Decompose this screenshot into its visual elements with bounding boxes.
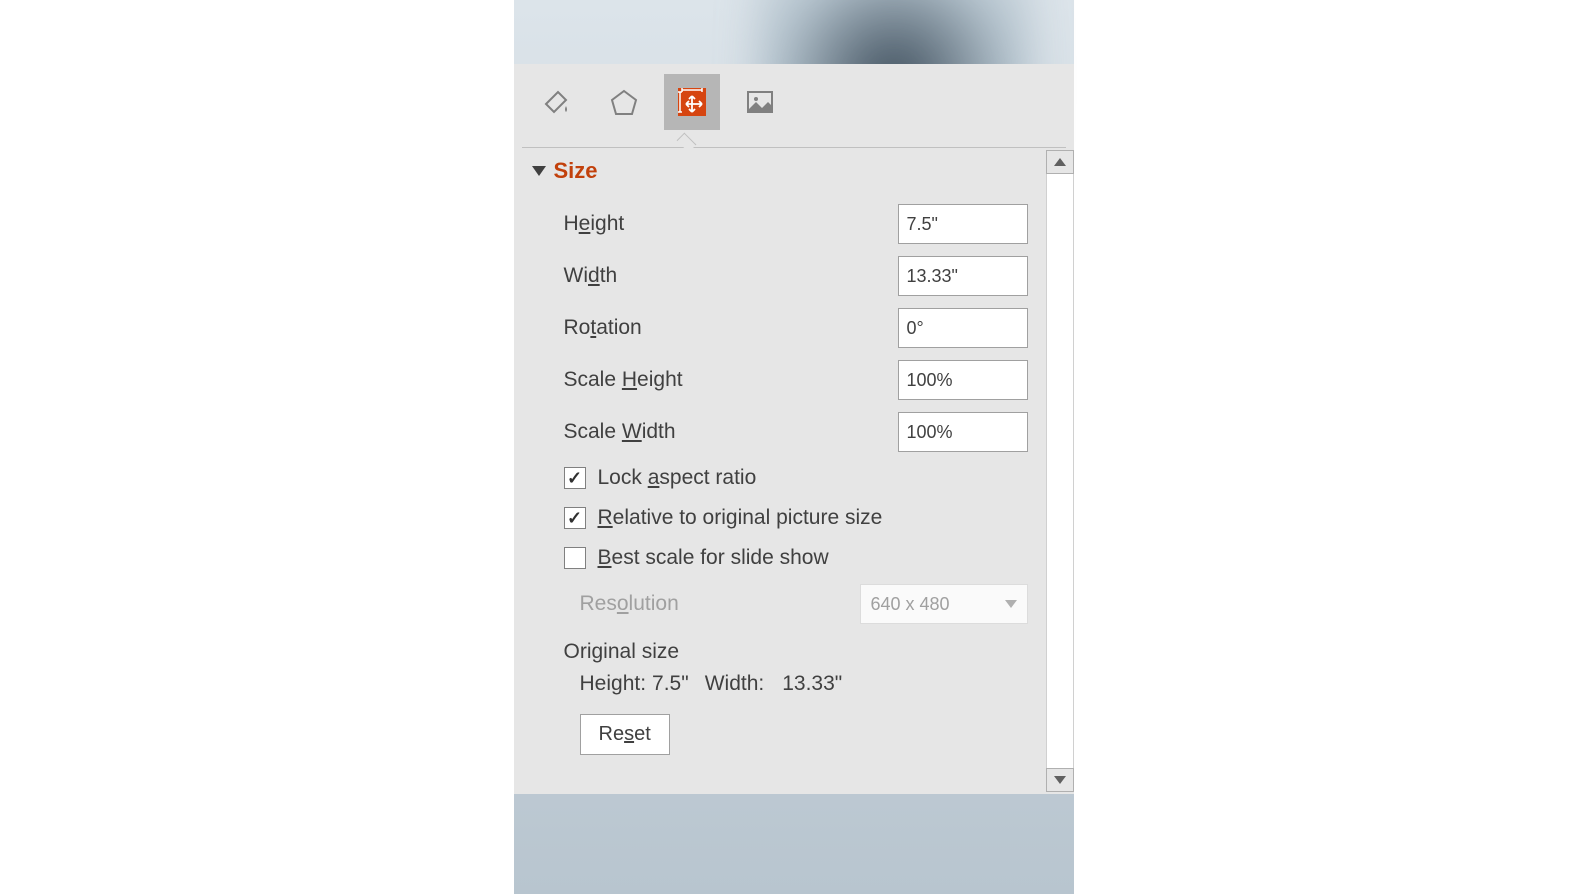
- best-scale-row: Best scale for slide show: [532, 538, 1028, 578]
- rotation-label: Rotation: [564, 316, 642, 340]
- orig-h-value: 7.5": [652, 672, 689, 696]
- width-label: Width: [564, 264, 618, 288]
- orig-w-value: 13.33": [782, 672, 842, 696]
- lock-aspect-label[interactable]: Lock aspect ratio: [598, 466, 757, 490]
- height-spinner[interactable]: ˄ ˅: [898, 204, 1028, 244]
- chevron-down-icon: [1005, 600, 1017, 608]
- tab-picture[interactable]: [732, 74, 788, 130]
- collapse-caret-icon: [532, 166, 546, 176]
- picture-icon: [744, 86, 776, 118]
- original-size-values: Height: 7.5" Width: 13.33": [532, 668, 1028, 706]
- size-section-header[interactable]: Size: [532, 158, 1028, 184]
- resolution-dropdown: 640 x 480: [860, 584, 1028, 624]
- tab-pointer: [522, 138, 1066, 148]
- orig-w-label: Width:: [705, 672, 765, 696]
- width-input[interactable]: [899, 257, 1046, 295]
- resolution-label: Resolution: [580, 592, 679, 616]
- scale-height-input[interactable]: [899, 361, 1046, 399]
- best-scale-label[interactable]: Best scale for slide show: [598, 546, 829, 570]
- tab-size[interactable]: [664, 74, 720, 130]
- scale-width-label: Scale Width: [564, 420, 676, 444]
- rotation-spinner[interactable]: ˄ ˅: [898, 308, 1028, 348]
- scrollbar[interactable]: [1046, 148, 1074, 794]
- relative-checkbox[interactable]: [564, 507, 586, 529]
- scroll-thumb[interactable]: [1047, 174, 1073, 685]
- paint-bucket-icon: [540, 86, 572, 118]
- width-row: Width ˄ ˅: [532, 250, 1028, 302]
- relative-row: Relative to original picture size: [532, 498, 1028, 538]
- height-input[interactable]: [899, 205, 1046, 243]
- lock-aspect-row: Lock aspect ratio: [532, 458, 1028, 498]
- content-area: Size Height ˄ ˅ Width: [514, 148, 1074, 794]
- scale-height-row: Scale Height ˄ ˅: [532, 354, 1028, 406]
- scale-width-spinner[interactable]: ˄ ˅: [898, 412, 1028, 452]
- original-size-header: Original size: [532, 630, 1028, 668]
- rotation-row: Rotation ˄ ˅: [532, 302, 1028, 354]
- background-strip: Size Height ˄ ˅ Width: [514, 0, 1074, 894]
- width-spinner[interactable]: ˄ ˅: [898, 256, 1028, 296]
- orig-h-label: Height:: [580, 672, 647, 696]
- pentagon-icon: [608, 86, 640, 118]
- arrow-up-icon: [1054, 158, 1066, 166]
- tab-row: [514, 64, 1074, 130]
- reset-button[interactable]: Reset: [580, 714, 670, 755]
- scale-height-spinner[interactable]: ˄ ˅: [898, 360, 1028, 400]
- scale-width-input[interactable]: [899, 413, 1046, 451]
- size-arrows-icon: [674, 84, 710, 120]
- scale-width-row: Scale Width ˄ ˅: [532, 406, 1028, 458]
- section-title: Size: [554, 158, 598, 184]
- scale-height-label: Scale Height: [564, 368, 683, 392]
- tab-effects[interactable]: [596, 74, 652, 130]
- scroll-content: Size Height ˄ ˅ Width: [514, 148, 1046, 794]
- height-label: Height: [564, 212, 625, 236]
- scroll-track[interactable]: [1046, 174, 1074, 768]
- best-scale-checkbox[interactable]: [564, 547, 586, 569]
- scroll-down-button[interactable]: [1046, 768, 1074, 792]
- tab-fill[interactable]: [528, 74, 584, 130]
- relative-label[interactable]: Relative to original picture size: [598, 506, 883, 530]
- format-panel: Size Height ˄ ˅ Width: [514, 64, 1074, 794]
- lock-aspect-checkbox[interactable]: [564, 467, 586, 489]
- height-row: Height ˄ ˅: [532, 198, 1028, 250]
- rotation-input[interactable]: [899, 309, 1046, 347]
- resolution-value: 640 x 480: [871, 594, 950, 615]
- scroll-up-button[interactable]: [1046, 150, 1074, 174]
- resolution-row: Resolution 640 x 480: [532, 578, 1028, 630]
- arrow-down-icon: [1054, 776, 1066, 784]
